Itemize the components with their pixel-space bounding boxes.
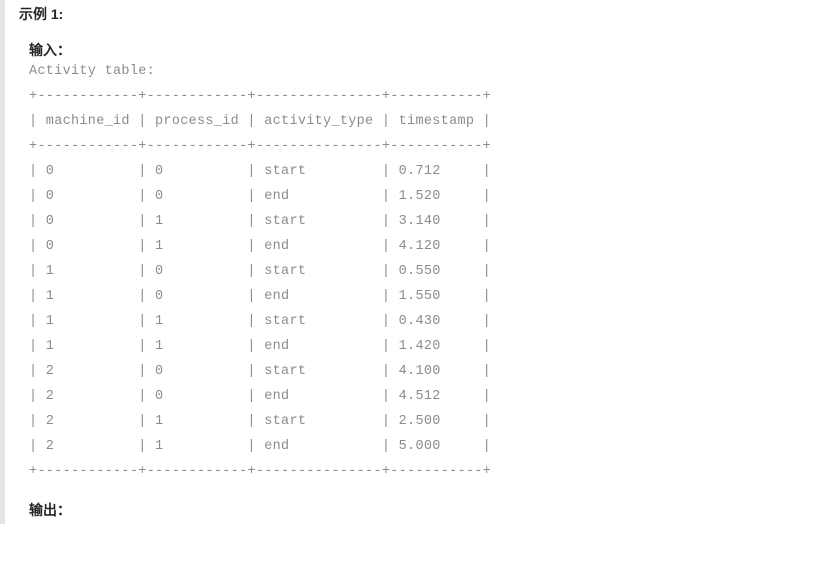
input-label: 输入： (29, 40, 833, 60)
example-container: 示例 1: 输入： Activity table: +------------+… (0, 0, 833, 524)
table-name: Activity table: (29, 60, 833, 85)
activity-table: +------------+------------+-------------… (29, 85, 833, 485)
example-title: 示例 1: (19, 4, 833, 24)
output-label: 输出： (29, 500, 833, 520)
